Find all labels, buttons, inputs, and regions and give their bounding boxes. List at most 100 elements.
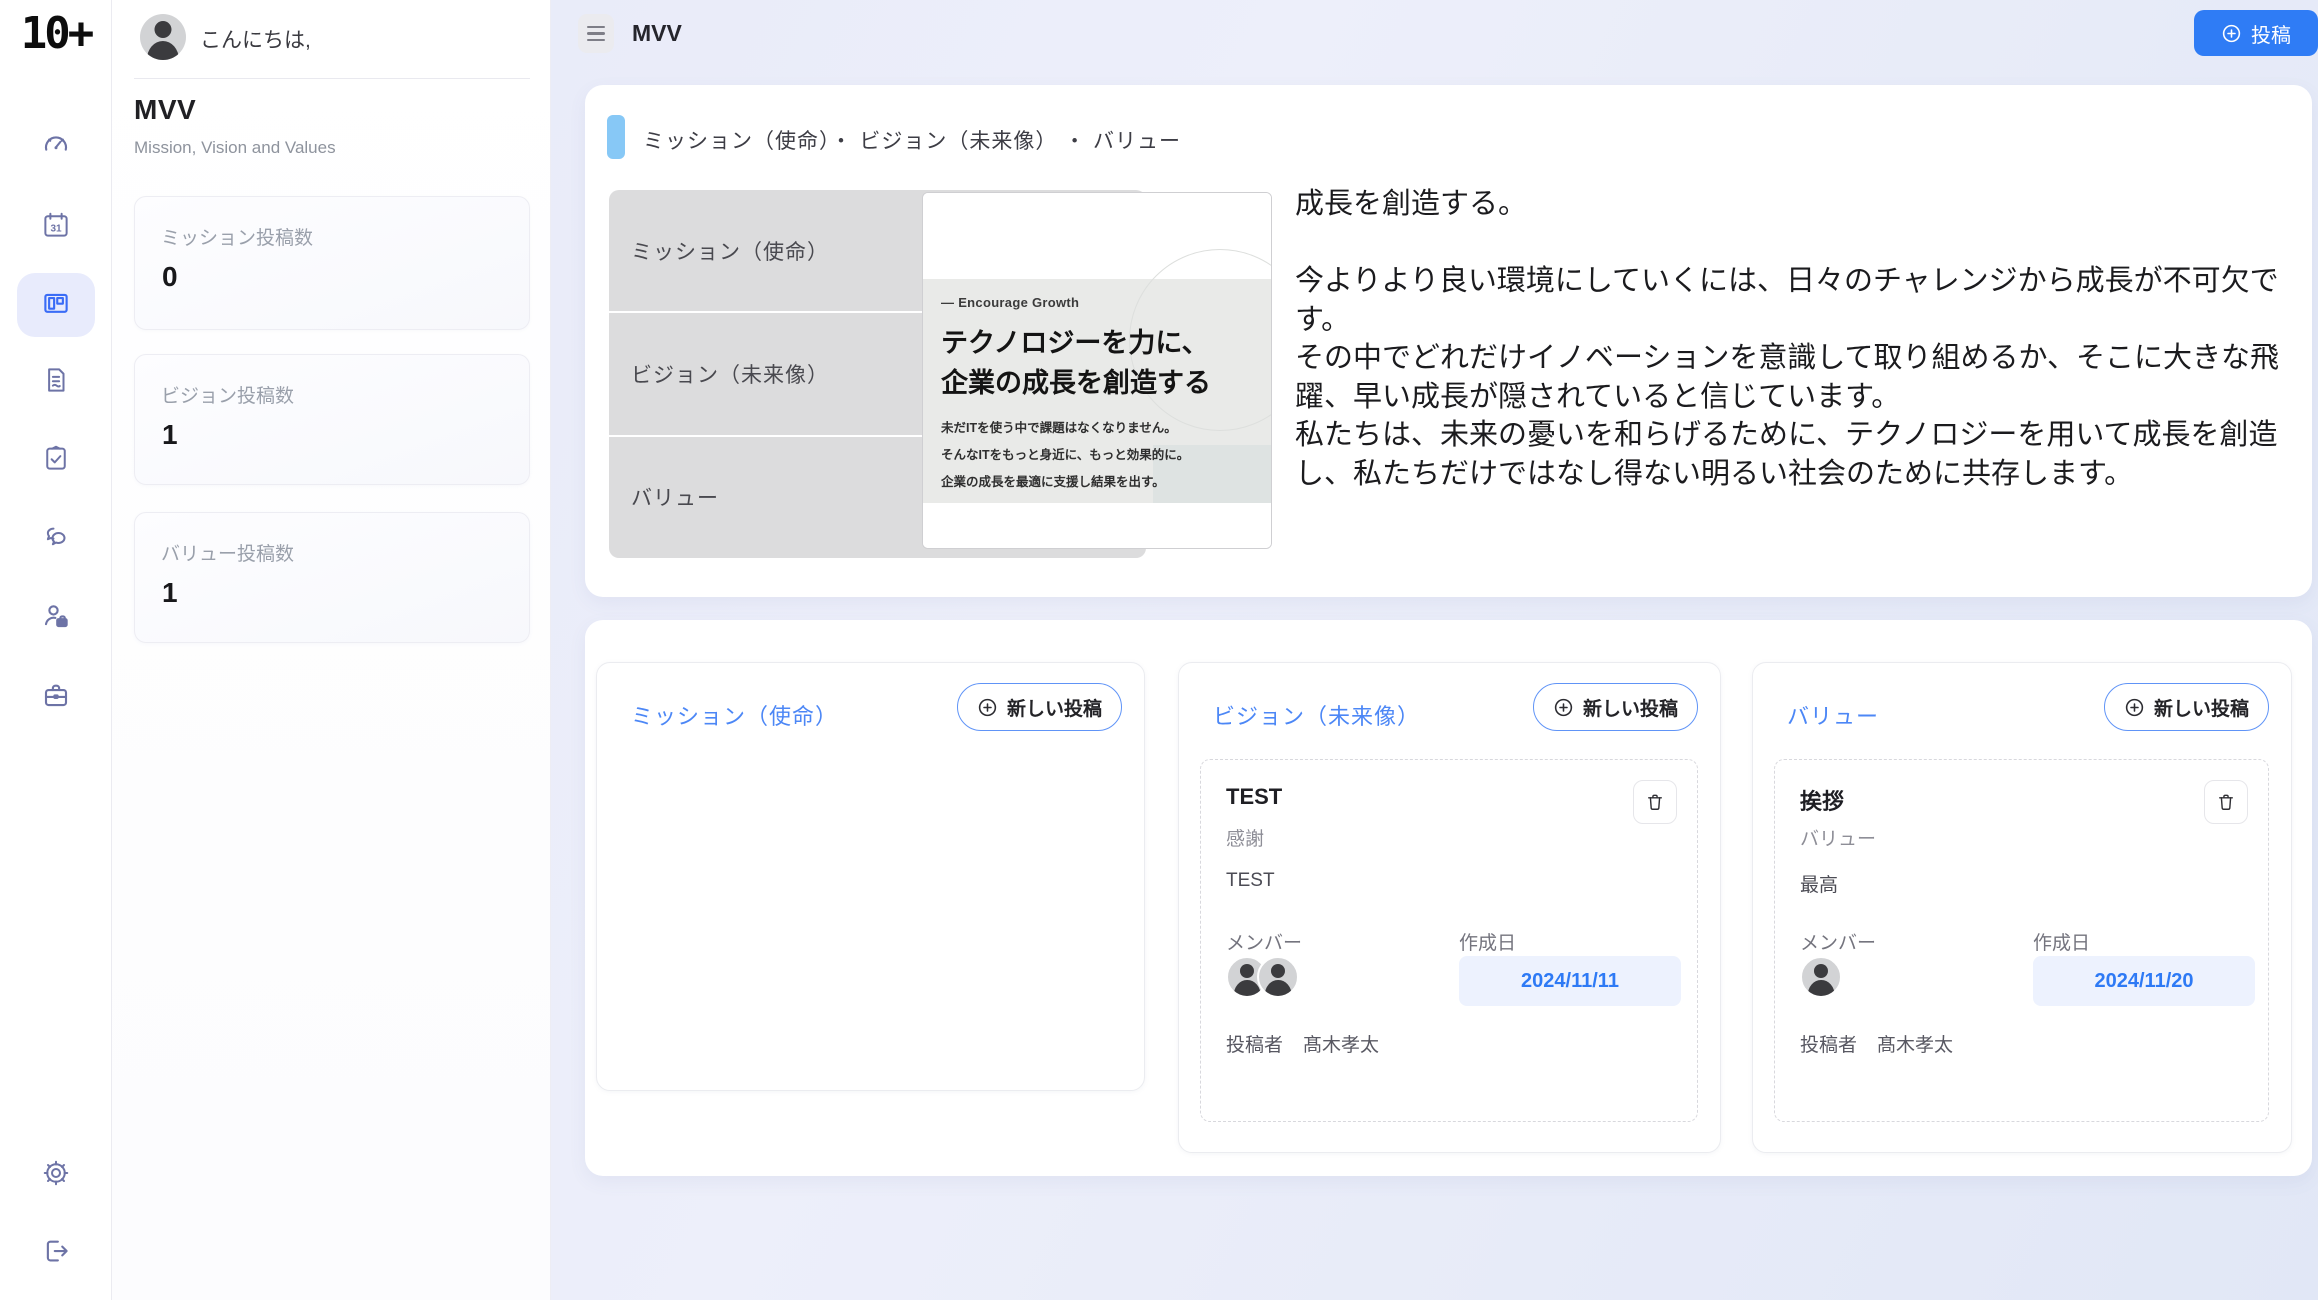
logout-icon <box>41 1236 71 1271</box>
column-title: バリュー <box>1787 704 1880 729</box>
created-label: 作成日 <box>2033 933 2091 954</box>
column-title: ミッション（使命） <box>631 704 839 729</box>
hamburger-icon <box>587 25 605 29</box>
menu-toggle-button[interactable] <box>578 14 614 53</box>
poster-bottom-area <box>923 503 1271 548</box>
plus-circle-icon <box>2125 698 2144 716</box>
poster-copy-line: 企業の成長を最適に支援し結果を出す。 <box>941 475 1165 489</box>
created-label: 作成日 <box>1459 933 1517 954</box>
chat-bubbles-icon <box>41 523 71 558</box>
new-post-button-vision[interactable]: 新しい投稿 <box>1532 683 1698 731</box>
member-avatars <box>1226 956 1299 998</box>
sidebar-item-logout[interactable] <box>17 1221 95 1285</box>
entry-title: TEST <box>1226 784 1283 809</box>
divider <box>134 78 530 79</box>
stat-label: ミッション投稿数 <box>161 228 314 249</box>
vision-entry-card: TEST 感謝 TEST メンバー 投稿者 髙木孝太 作成日 2024/11/1… <box>1200 759 1698 1122</box>
vision-column-card: ビジョン（未来像） 新しい投稿 TEST 感謝 TEST メンバー 投稿者 髙木… <box>1178 662 1721 1153</box>
mission-column-card: ミッション（使命） 新しい投稿 <box>596 662 1145 1091</box>
created-date-badge: 2024/11/11 <box>1459 956 1681 1006</box>
new-post-label: 新しい投稿 <box>1582 698 1678 720</box>
value-column-card: バリュー 新しい投稿 挨拶 バリュー 最高 メンバー 投稿者 髙木孝太 作成日 … <box>1752 662 2292 1153</box>
plus-circle-icon <box>2222 24 2241 42</box>
section-marker <box>607 115 625 159</box>
svg-text:31: 31 <box>50 223 62 234</box>
board-icon <box>41 288 71 323</box>
greeting-text: こんにちは, <box>200 29 311 52</box>
poster-copy-line: 未だITを使う中で課題はなくなりません。 <box>941 421 1177 435</box>
poster-headline-line2: 企業の成長を創造する <box>941 368 1211 398</box>
sidebar-item-tasks[interactable] <box>17 428 95 492</box>
created-date-badge: 2024/11/20 <box>2033 956 2255 1006</box>
sidebar-item-calendar[interactable]: 31 <box>17 195 95 259</box>
sidebar-item-mvv-board[interactable] <box>17 273 95 337</box>
app-logo: 10+ <box>20 8 94 59</box>
stat-card-vision: ビジョン投稿数 1 <box>134 354 530 485</box>
poster-headline: テクノロジーを力に、 企業の成長を創造する <box>941 323 1271 403</box>
sidebar-item-members[interactable] <box>17 586 95 650</box>
poster-band: — Encourage Growth テクノロジーを力に、 企業の成長を創造する… <box>923 249 1271 503</box>
side-panel: こんにちは, MVV Mission, Vision and Values ミッ… <box>112 0 551 1300</box>
sidebar-item-dashboard[interactable] <box>17 114 95 178</box>
sidebar-item-settings[interactable] <box>17 1143 95 1207</box>
poster-copy-line: そんなITをもっと身近に、もっと効果的に。 <box>941 448 1190 462</box>
user-avatar <box>140 14 186 60</box>
entry-category: 感謝 <box>1226 829 1265 850</box>
members-label: メンバー <box>1800 933 1877 954</box>
entry-title: 挨拶 <box>1800 789 1845 814</box>
mvv-overview-card: ミッション（使命）・ ビジョン（未来像） ・ バリュー ミッション（使命） ビジ… <box>585 85 2312 597</box>
member-avatar <box>1800 956 1842 998</box>
members-label: メンバー <box>1226 933 1303 954</box>
member-avatar <box>1257 956 1299 998</box>
document-icon <box>41 365 71 400</box>
new-post-label: 新しい投稿 <box>2153 698 2249 720</box>
poster-copy: 未だITを使う中で課題はなくなりません。 そんなITをもっと身近に、もっと効果的… <box>941 415 1271 496</box>
author-name: 髙木孝太 <box>1877 1035 1954 1056</box>
delete-entry-button[interactable] <box>1633 780 1677 824</box>
stat-label: バリュー投稿数 <box>161 544 295 565</box>
value-entry-card: 挨拶 バリュー 最高 メンバー 投稿者 髙木孝太 作成日 2024/11/20 <box>1774 759 2269 1122</box>
trash-icon <box>1648 794 1662 810</box>
new-post-button-value[interactable]: 新しい投稿 <box>2103 683 2269 731</box>
plus-circle-icon <box>1554 698 1573 716</box>
section-title: ミッション（使命）・ ビジョン（未来像） ・ バリュー <box>643 130 1182 153</box>
stat-value: 1 <box>162 419 178 450</box>
stat-card-mission: ミッション投稿数 0 <box>134 196 530 330</box>
page-title: MVV <box>632 20 682 46</box>
panel-subtitle: Mission, Vision and Values <box>134 138 336 157</box>
vision-description-text: 成長を創造する。 今よりより良い環境にしていくには、日々のチャレンジから成長が不… <box>1295 188 2279 490</box>
icon-rail: 10+ 31 <box>0 0 112 1300</box>
poster-headline-line1: テクノロジーを力に、 <box>941 328 1209 358</box>
post-button[interactable]: 投稿 <box>2194 10 2318 56</box>
stat-value: 1 <box>162 577 178 608</box>
stat-value: 0 <box>162 261 178 292</box>
entry-author-row: 投稿者 髙木孝太 <box>1800 1030 1953 1057</box>
calendar-icon: 31 <box>41 210 71 245</box>
author-name: 髙木孝太 <box>1303 1035 1380 1056</box>
sidebar-item-work[interactable] <box>17 665 95 729</box>
trash-icon <box>2219 794 2233 810</box>
panel-title: MVV <box>134 94 197 125</box>
entry-body: 最高 <box>1800 875 1839 896</box>
author-label: 投稿者 <box>1226 1035 1284 1056</box>
poster-eyebrow: — Encourage Growth <box>941 295 1080 310</box>
post-button-label: 投稿 <box>2251 24 2291 47</box>
sidebar-item-chat[interactable] <box>17 508 95 572</box>
delete-entry-button[interactable] <box>2204 780 2248 824</box>
entry-body: TEST <box>1226 870 1275 891</box>
stat-label: ビジョン投稿数 <box>161 386 295 407</box>
briefcase-icon <box>41 680 71 715</box>
gear-icon <box>41 1158 71 1193</box>
author-label: 投稿者 <box>1800 1035 1858 1056</box>
sidebar-item-documents[interactable] <box>17 350 95 414</box>
app-root: 10+ 31 こんにちは, MVV Mission, Vision and Va… <box>0 0 2318 1300</box>
person-briefcase-icon <box>41 601 71 636</box>
entry-category: バリュー <box>1800 829 1877 850</box>
plus-circle-icon <box>978 698 997 716</box>
stat-card-value: バリュー投稿数 1 <box>134 512 530 643</box>
column-title: ビジョン（未来像） <box>1213 704 1421 729</box>
member-avatars <box>1800 956 1842 998</box>
new-post-button-mission[interactable]: 新しい投稿 <box>956 683 1122 731</box>
mvv-poster-image: — Encourage Growth テクノロジーを力に、 企業の成長を創造する… <box>922 192 1272 549</box>
new-post-label: 新しい投稿 <box>1006 698 1102 720</box>
